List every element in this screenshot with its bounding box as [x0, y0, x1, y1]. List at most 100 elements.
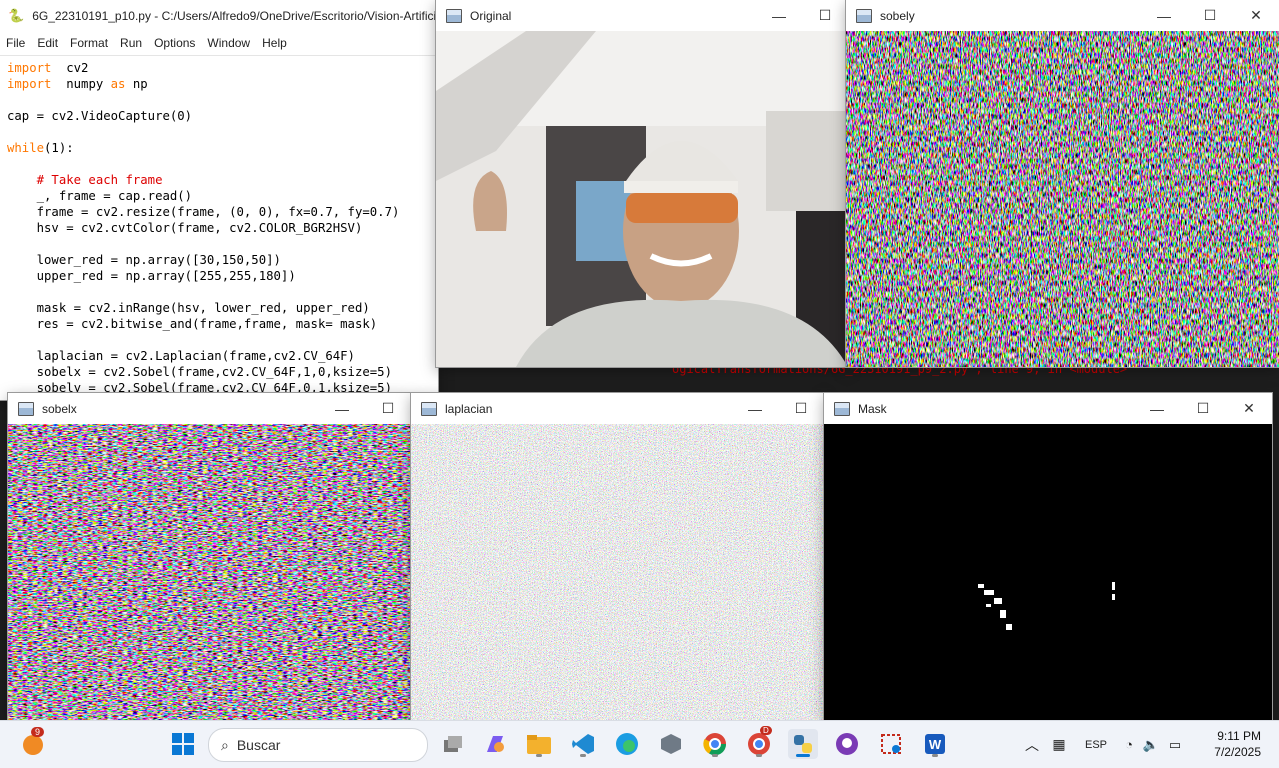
python-icon	[794, 735, 812, 753]
file-explorer-button[interactable]	[524, 729, 554, 759]
edge-button[interactable]	[612, 729, 642, 759]
github-button[interactable]	[832, 729, 862, 759]
sobely-window-title: sobely	[880, 8, 915, 23]
volume-icon[interactable]: 🔈	[1140, 737, 1162, 753]
menu-item-window[interactable]: Window	[201, 36, 256, 50]
chrome-profile-icon	[748, 733, 770, 755]
minimize-button[interactable]: —	[1134, 393, 1180, 424]
running-indicator	[756, 754, 762, 757]
widgets-button[interactable]: 9	[18, 727, 48, 759]
maximize-button[interactable]: ☐	[802, 0, 848, 31]
close-button[interactable]: ✕	[1233, 0, 1279, 31]
github-icon	[836, 733, 858, 755]
chevron-up-icon[interactable]: ︿	[1020, 735, 1044, 755]
window-app-icon	[446, 8, 462, 23]
menu-item-options[interactable]: Options	[148, 36, 201, 50]
start-button[interactable]	[168, 729, 198, 759]
battery-icon[interactable]: ▭	[1162, 737, 1188, 753]
menu-item-format[interactable]: Format	[64, 36, 114, 50]
code-line: import cv2	[7, 61, 89, 75]
task-view-icon	[444, 736, 462, 752]
word-icon: W	[925, 734, 945, 754]
chrome-profile-button[interactable]: D	[744, 726, 774, 759]
laplacian-output	[411, 424, 824, 720]
code-line: hsv = cv2.cvtColor(frame, cv2.COLOR_BGR2…	[7, 221, 363, 235]
original-title-bar[interactable]: Original — ☐	[436, 0, 848, 31]
maximize-button[interactable]: ☐	[365, 393, 411, 424]
running-indicator	[712, 754, 718, 757]
running-indicator	[536, 754, 542, 757]
idle-title-bar[interactable]: 🐍 6G_22310191_p10.py - C:/Users/Alfredo9…	[0, 0, 438, 31]
copilot-icon	[487, 736, 504, 752]
code-editor[interactable]: import cv2 import numpy as np cap = cv2.Vi…	[0, 56, 438, 400]
code-line: # Take each frame	[7, 173, 163, 187]
laplacian-title-bar[interactable]: laplacian — ☐	[411, 393, 824, 424]
snipping-icon	[881, 734, 901, 754]
code-line: laplacian = cv2.Laplacian(frame,cv2.CV_6…	[7, 349, 355, 363]
sobely-output	[846, 31, 1279, 367]
widget-badge: 9	[31, 727, 45, 737]
code-line: res = cv2.bitwise_and(frame,frame, mask=…	[7, 317, 378, 331]
sobelx-window-title: sobelx	[42, 401, 77, 416]
task-view-button[interactable]	[438, 729, 468, 759]
snipping-tool-button[interactable]	[876, 729, 906, 759]
sobely-title-bar[interactable]: sobely — ☐ ✕	[846, 0, 1279, 31]
clock[interactable]: 9:11 PM 7/2/2025	[1214, 728, 1261, 760]
python-file-icon: 🐍	[8, 7, 25, 23]
minimize-button[interactable]: —	[1141, 0, 1187, 31]
menu-item-help[interactable]: Help	[256, 36, 293, 50]
python-idle-button[interactable]	[788, 729, 818, 759]
running-indicator	[580, 754, 586, 757]
vscode-button[interactable]	[568, 729, 598, 759]
code-line: while(1):	[7, 141, 74, 155]
code-line: mask = cv2.inRange(hsv, lower_red, upper…	[7, 301, 370, 315]
clock-time: 9:11 PM	[1217, 729, 1261, 743]
window-app-icon	[856, 8, 872, 23]
sobelx-output	[8, 424, 411, 720]
chrome-button[interactable]	[700, 729, 730, 759]
sobelx-title-bar[interactable]: sobelx — ☐	[8, 393, 411, 424]
menu-item-edit[interactable]: Edit	[31, 36, 64, 50]
meet-now-icon[interactable]: ▦	[1044, 736, 1074, 753]
box-icon	[661, 734, 681, 754]
mask-title-bar[interactable]: Mask — ☐ ✕	[824, 393, 1272, 424]
menu-item-run[interactable]: Run	[114, 36, 148, 50]
mask-window-title: Mask	[858, 401, 887, 416]
code-line: _, frame = cap.read()	[7, 189, 193, 203]
language-indicator[interactable]: ESP	[1074, 739, 1118, 751]
virtualbox-button[interactable]	[656, 729, 686, 759]
minimize-button[interactable]: —	[319, 393, 365, 424]
sobelx-window: sobelx — ☐	[8, 393, 411, 720]
window-app-icon	[18, 401, 34, 416]
mask-image	[824, 424, 1272, 720]
running-indicator	[932, 754, 938, 757]
menu-item-file[interactable]: File	[0, 36, 31, 50]
taskbar-search-box[interactable]: ⌕ Buscar	[208, 728, 428, 762]
folder-icon	[527, 735, 551, 754]
maximize-button[interactable]: ☐	[1180, 393, 1226, 424]
windows-logo-icon	[172, 733, 194, 755]
search-icon: ⌕	[221, 736, 229, 753]
maximize-button[interactable]: ☐	[1187, 0, 1233, 31]
sobely-window: sobely — ☐ ✕	[846, 0, 1279, 367]
original-camera-feed	[436, 31, 848, 367]
chrome-profile-badge: D	[760, 726, 772, 735]
word-button[interactable]: W	[920, 729, 950, 759]
maximize-button[interactable]: ☐	[778, 393, 824, 424]
minimize-button[interactable]: —	[756, 0, 802, 31]
taskbar: 9 ⌕ Buscar D W ︿ ▦ ESP ◔ 🔈 ▭ 9:11 PM 7/2…	[0, 720, 1279, 768]
active-indicator	[796, 754, 810, 757]
edge-icon	[616, 733, 638, 755]
original-window: Original — ☐	[436, 0, 848, 367]
mask-window: Mask — ☐ ✕	[824, 393, 1272, 720]
minimize-button[interactable]: —	[732, 393, 778, 424]
search-placeholder: Buscar	[236, 737, 281, 753]
copilot-button[interactable]	[480, 729, 510, 759]
close-button[interactable]: ✕	[1226, 393, 1272, 424]
svg-text:W: W	[929, 737, 942, 752]
wifi-icon[interactable]: ◔	[1118, 737, 1140, 752]
